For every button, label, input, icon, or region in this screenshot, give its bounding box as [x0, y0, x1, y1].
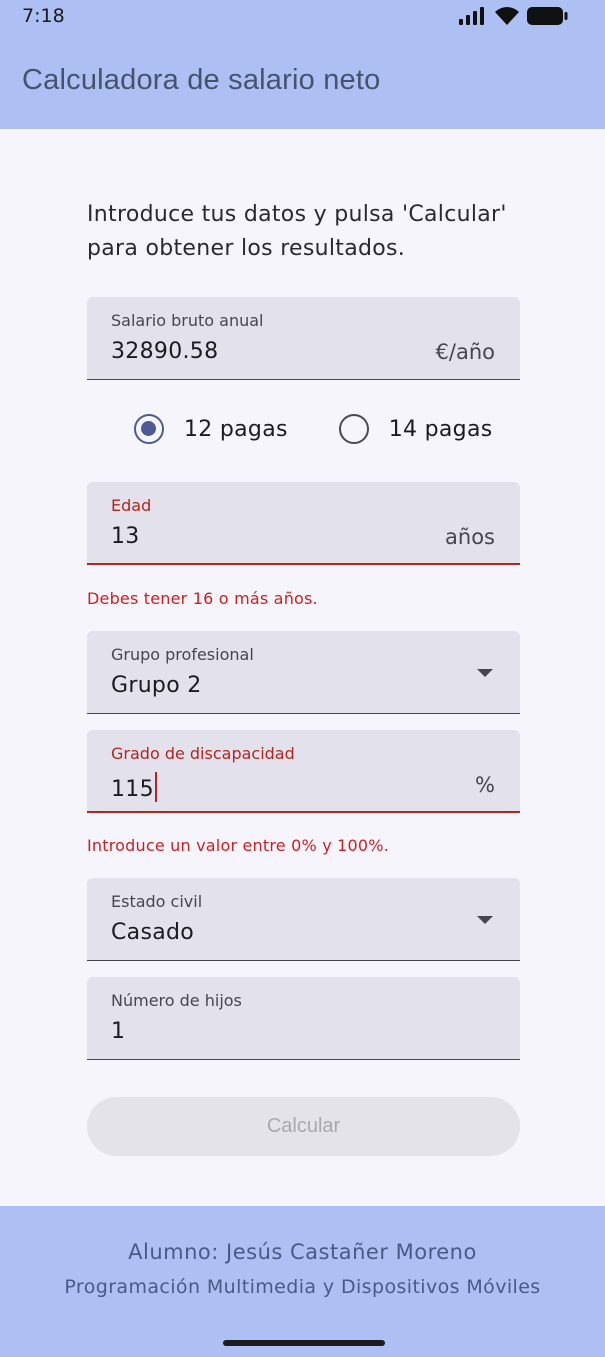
children-field[interactable]: Número de hijos 1	[87, 977, 520, 1060]
children-label: Número de hijos	[111, 991, 242, 1010]
disability-field[interactable]: Grado de discapacidad 115 %	[87, 730, 520, 813]
age-field[interactable]: Edad 13 años	[87, 482, 520, 565]
disability-suffix: %	[475, 773, 495, 797]
age-label: Edad	[111, 496, 152, 515]
age-error: Debes tener 16 o más años.	[87, 589, 318, 608]
age-value[interactable]: 13	[111, 524, 140, 549]
radio-12-pagas[interactable]: 12 pagas	[134, 414, 288, 444]
radio-unchecked-icon[interactable]	[338, 414, 369, 444]
salary-label: Salario bruto anual	[111, 311, 264, 330]
status-time: 7:18	[22, 5, 65, 27]
professional-group-dropdown[interactable]: Grupo profesional Grupo 2	[87, 631, 520, 714]
salary-value[interactable]: 32890.58	[111, 339, 218, 364]
radio-14-pagas-label[interactable]: 14 pagas	[389, 417, 493, 442]
professional-group-value[interactable]: Grupo 2	[111, 673, 202, 698]
app-bar: Calculadora de salario neto	[0, 30, 605, 129]
radio-12-pagas-label[interactable]: 12 pagas	[184, 417, 288, 442]
salary-field[interactable]: Salario bruto anual 32890.58 €/año	[87, 297, 520, 380]
footer: Alumno: Jesús Castañer Moreno Programaci…	[0, 1206, 605, 1357]
civil-status-value[interactable]: Casado	[111, 920, 194, 945]
age-suffix: años	[445, 525, 495, 549]
text-cursor	[154, 772, 158, 802]
dropdown-arrow-icon[interactable]	[477, 916, 493, 924]
status-icons	[459, 6, 569, 26]
disability-error: Introduce un valor entre 0% y 100%.	[87, 836, 389, 855]
footer-course: Programación Multimedia y Dispositivos M…	[64, 1276, 541, 1298]
app-title: Calculadora de salario neto	[22, 64, 381, 96]
children-value[interactable]: 1	[111, 1019, 125, 1044]
disability-value[interactable]: 115	[111, 777, 154, 802]
dropdown-arrow-icon[interactable]	[477, 669, 493, 677]
disability-input[interactable]: 115	[111, 772, 158, 802]
footer-student: Alumno: Jesús Castañer Moreno	[128, 1240, 477, 1264]
radio-checked-icon[interactable]	[134, 414, 164, 444]
calculate-button[interactable]: Calcular	[87, 1097, 520, 1156]
payments-radio-group: 12 pagas 14 pagas	[134, 414, 493, 444]
intro-text: Introduce tus datos y pulsa 'Calcular' p…	[87, 202, 507, 261]
home-indicator[interactable]	[223, 1340, 385, 1346]
battery-icon	[527, 7, 568, 25]
wifi-icon	[495, 7, 519, 25]
civil-status-label: Estado civil	[111, 892, 203, 911]
civil-status-dropdown[interactable]: Estado civil Casado	[87, 878, 520, 961]
salary-suffix: €/año	[435, 340, 495, 364]
status-bar: 7:18	[0, 0, 605, 30]
signal-icon	[459, 7, 484, 25]
radio-14-pagas[interactable]: 14 pagas	[338, 414, 493, 444]
professional-group-label: Grupo profesional	[111, 645, 254, 664]
disability-label: Grado de discapacidad	[111, 744, 295, 763]
